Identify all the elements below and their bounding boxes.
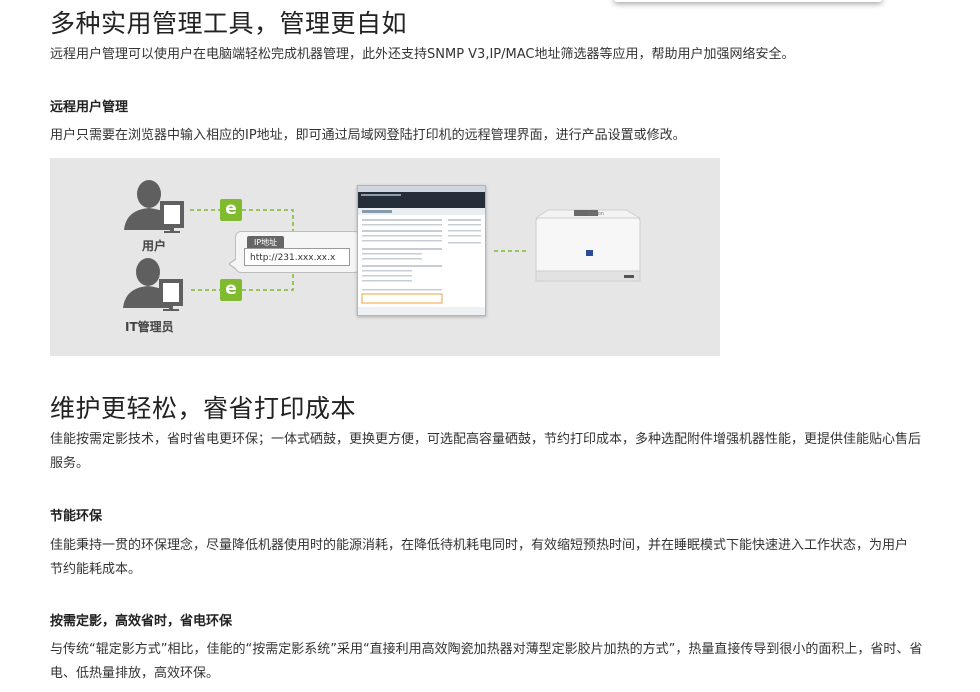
section-title-maintenance: 维护更轻松，睿省打印成本 [50,394,357,423]
browser-e-icon: e [220,199,242,221]
top-overlay-edge [614,0,882,2]
bubble-pointer-inner [230,259,237,269]
user-label: 用户 [142,239,167,253]
ip-url-field: http://231.xxx.xx.x [244,248,350,266]
it-admin-person-icon [123,258,183,311]
remote-ui-thumbnail [358,186,485,315]
on-demand-fixing-description: 与传统“辊定影方式”相比，佳能的“按需定影系统”采用“直接利用高效陶瓷加热器对薄… [50,642,923,681]
subheading-remote-user-management: 远程用户管理 [50,100,129,115]
subheading-energy-saving: 节能环保 [50,509,103,524]
section-intro-maintenance: 佳能按需定影技术，省时省电更环保；一体式硒鼓，更换更方便，可选配高容量硒鼓，节约… [50,432,922,471]
remote-management-diagram: 用户 IT管理员 e e IP地址 http://231.xxx.xx.x Ca… [50,158,720,356]
it-admin-label: IT管理员 [125,320,174,334]
browser-e-icon: e [220,279,242,301]
section-intro-management: 远程用户管理可以使用户在电脑端轻松完成机器管理，此外还支持SNMP V3,IP/… [50,47,795,62]
subheading-on-demand-fixing: 按需定影，高效省时，省电环保 [50,614,233,629]
remote-ui-screenshot [357,185,486,316]
printer-brand-label: Canon [588,211,604,217]
ip-address-bubble: IP地址 http://231.xxx.xx.x [235,231,361,273]
section-title-management: 多种实用管理工具，管理更自如 [50,9,408,38]
energy-saving-description: 佳能秉持一贯的环保理念，尽量降低机器使用时的能源消耗，在降低待机耗电同时，有效缩… [50,538,909,577]
user-person-icon [124,180,184,233]
printer-image [534,209,642,282]
remote-management-description: 用户只需要在浏览器中输入相应的IP地址，即可通过局域网登陆打印机的远程管理界面，… [50,128,686,143]
